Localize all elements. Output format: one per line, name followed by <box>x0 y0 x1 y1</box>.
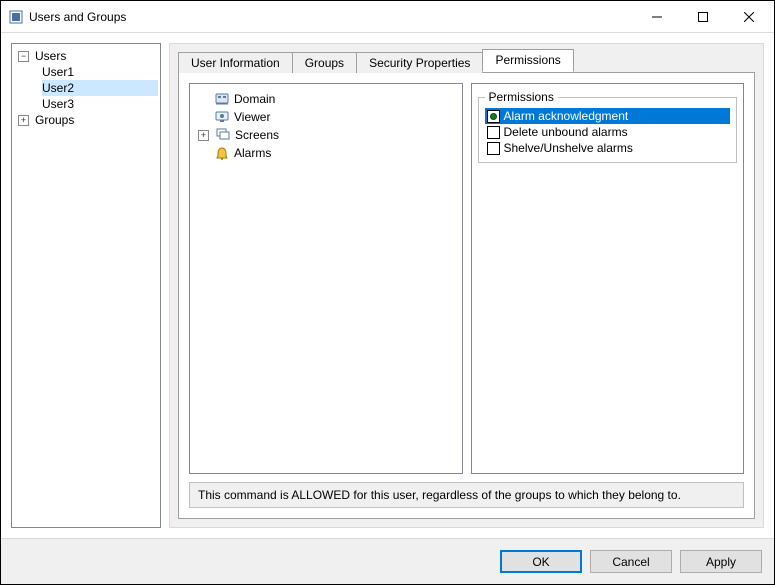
tree-node-groups[interactable]: + Groups <box>14 112 158 128</box>
tree-node-user[interactable]: User3 <box>42 96 158 112</box>
tree-label: Domain <box>234 92 275 106</box>
tree-label: User1 <box>42 65 74 79</box>
tree-node-user[interactable]: User2 <box>42 80 158 96</box>
domain-icon <box>214 91 230 107</box>
tree-label: Users <box>35 49 66 63</box>
tree-label: Screens <box>235 128 279 142</box>
cancel-button[interactable]: Cancel <box>590 550 672 573</box>
tab-bar: User Information Groups Security Propert… <box>178 50 755 72</box>
tree-label: Alarms <box>234 146 271 160</box>
checkbox-icon[interactable] <box>487 126 500 139</box>
permissions-legend: Permissions <box>485 90 558 104</box>
permission-item[interactable]: Delete unbound alarms <box>485 124 731 140</box>
main-area: User Information Groups Security Propert… <box>169 43 764 528</box>
left-tree-panel[interactable]: − Users User1 User2 User3 + Groups <box>11 43 161 528</box>
category-node-domain[interactable]: Domain <box>212 90 458 108</box>
expand-toggle-icon[interactable]: − <box>18 51 29 62</box>
titlebar: Users and Groups <box>1 1 774 33</box>
tab-user-information[interactable]: User Information <box>178 52 293 73</box>
tab-content-permissions: Domain Viewer <box>178 72 755 519</box>
permissions-panel: Permissions Alarm acknowledgment Delete … <box>471 83 745 474</box>
tree-label: User3 <box>42 97 74 111</box>
minimize-button[interactable] <box>634 2 680 32</box>
tree-children-users: User1 User2 User3 <box>42 64 158 112</box>
tab-groups[interactable]: Groups <box>292 52 357 73</box>
permissions-columns: Domain Viewer <box>189 83 744 474</box>
alarms-icon <box>214 145 230 161</box>
footer: OK Cancel Apply <box>1 538 774 584</box>
permission-label: Delete unbound alarms <box>504 125 628 139</box>
expand-toggle-icon[interactable]: + <box>198 130 209 141</box>
category-tree-panel[interactable]: Domain Viewer <box>189 83 463 474</box>
window-title: Users and Groups <box>29 10 126 24</box>
viewer-icon <box>214 109 230 125</box>
app-icon <box>9 10 23 24</box>
tree-label: Viewer <box>234 110 270 124</box>
category-node-alarms[interactable]: Alarms <box>212 144 458 162</box>
permission-label: Shelve/Unshelve alarms <box>504 141 633 155</box>
window-root: Users and Groups − Users User1 <box>0 0 775 585</box>
category-node-viewer[interactable]: Viewer <box>212 108 458 126</box>
status-message: This command is ALLOWED for this user, r… <box>189 482 744 508</box>
permission-item[interactable]: Shelve/Unshelve alarms <box>485 140 731 156</box>
expand-toggle-icon[interactable]: + <box>18 115 29 126</box>
permission-label: Alarm acknowledgment <box>504 109 629 123</box>
tree-label: Groups <box>35 113 74 127</box>
tree-node-user[interactable]: User1 <box>42 64 158 80</box>
category-node-screens[interactable]: + Screens <box>194 126 458 144</box>
screens-icon <box>215 127 231 143</box>
permissions-group: Permissions Alarm acknowledgment Delete … <box>478 90 738 163</box>
tab-security-properties[interactable]: Security Properties <box>356 52 483 73</box>
tree-label: User2 <box>42 81 74 95</box>
checkbox-icon[interactable] <box>487 110 500 123</box>
checkbox-icon[interactable] <box>487 142 500 155</box>
ok-button[interactable]: OK <box>500 550 582 573</box>
tree-node-users[interactable]: − Users <box>14 48 158 64</box>
tab-permissions[interactable]: Permissions <box>482 49 573 72</box>
apply-button[interactable]: Apply <box>680 550 762 573</box>
body: − Users User1 User2 User3 + Groups <box>1 33 774 538</box>
permission-item[interactable]: Alarm acknowledgment <box>485 108 731 124</box>
close-button[interactable] <box>726 2 772 32</box>
maximize-button[interactable] <box>680 2 726 32</box>
